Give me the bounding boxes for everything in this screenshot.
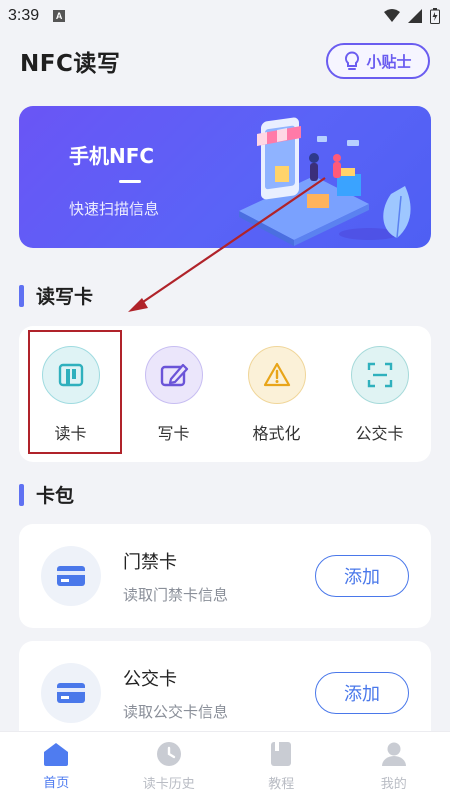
tool-label: 格式化 xyxy=(252,424,301,443)
bottom-nav: 首页 读卡历史 教程 我的 xyxy=(0,731,450,800)
section-title-read-write: 读写卡 xyxy=(36,286,94,308)
book-icon xyxy=(271,741,292,766)
bus-card-button[interactable]: 公交卡 xyxy=(335,346,425,444)
signal-icon xyxy=(408,9,422,23)
lightbulb-icon xyxy=(345,51,360,70)
nav-label: 首页 xyxy=(43,775,70,791)
app-header: NFC读写 小贴士 xyxy=(0,32,450,90)
section-read-write: 读写卡 xyxy=(19,282,93,309)
tips-button[interactable]: 小贴士 xyxy=(326,43,430,79)
page-title: NFC读写 xyxy=(20,51,121,77)
nav-label: 我的 xyxy=(380,776,407,792)
nav-label: 教程 xyxy=(268,776,295,792)
tool-label: 读卡 xyxy=(54,424,87,443)
nav-item-home[interactable]: 首页 xyxy=(11,742,101,791)
history-icon xyxy=(156,741,181,766)
nav-item-tutorial[interactable]: 教程 xyxy=(236,741,326,792)
notification-icon: A xyxy=(53,10,66,22)
wallet-item-desc: 读取公交卡信息 xyxy=(123,702,229,721)
banner-divider xyxy=(119,180,141,183)
wallet-item-bus-card: 公交卡 读取公交卡信息 添加 xyxy=(19,641,431,745)
section-title-wallet: 卡包 xyxy=(36,485,75,507)
tool-label: 公交卡 xyxy=(355,424,404,443)
warning-icon xyxy=(263,362,290,387)
home-icon xyxy=(44,742,69,766)
scan-icon xyxy=(367,362,392,388)
format-card-button[interactable]: 格式化 xyxy=(232,346,322,444)
nav-label: 读卡历史 xyxy=(142,776,195,792)
section-wallet: 卡包 xyxy=(19,481,74,508)
battery-icon xyxy=(430,8,440,24)
wallet-item-desc: 读取门禁卡信息 xyxy=(123,585,229,604)
nfc-banner[interactable]: 手机NFC 快速扫描信息 xyxy=(19,106,431,248)
banner-subtitle: 快速扫描信息 xyxy=(69,200,160,218)
add-access-card-button[interactable]: 添加 xyxy=(315,555,409,597)
wifi-icon xyxy=(384,9,400,22)
read-card-button[interactable]: 读卡 xyxy=(26,346,116,444)
tool-label: 写卡 xyxy=(157,424,190,443)
read-card-icon xyxy=(58,363,83,387)
banner-title: 手机NFC xyxy=(69,144,155,168)
wallet-item-name: 公交卡 xyxy=(123,668,177,690)
nav-item-history[interactable]: 读卡历史 xyxy=(124,741,214,792)
tips-label: 小贴士 xyxy=(366,52,412,71)
wallet-item-name: 门禁卡 xyxy=(123,551,177,573)
wallet-item-access-card: 门禁卡 读取门禁卡信息 添加 xyxy=(19,524,431,628)
write-card-icon xyxy=(160,363,188,387)
status-time: 3:39 xyxy=(8,7,40,24)
add-bus-card-button[interactable]: 添加 xyxy=(315,672,409,714)
phone-shop-illustration xyxy=(239,117,411,246)
read-write-tools: 读卡 写卡 格式化 公交卡 xyxy=(19,326,431,462)
nav-item-profile[interactable]: 我的 xyxy=(349,741,439,792)
status-bar: 3:39 A xyxy=(0,0,450,32)
write-card-button[interactable]: 写卡 xyxy=(129,346,219,444)
card-icon xyxy=(57,566,85,586)
profile-icon xyxy=(381,742,406,766)
card-icon xyxy=(57,683,85,703)
